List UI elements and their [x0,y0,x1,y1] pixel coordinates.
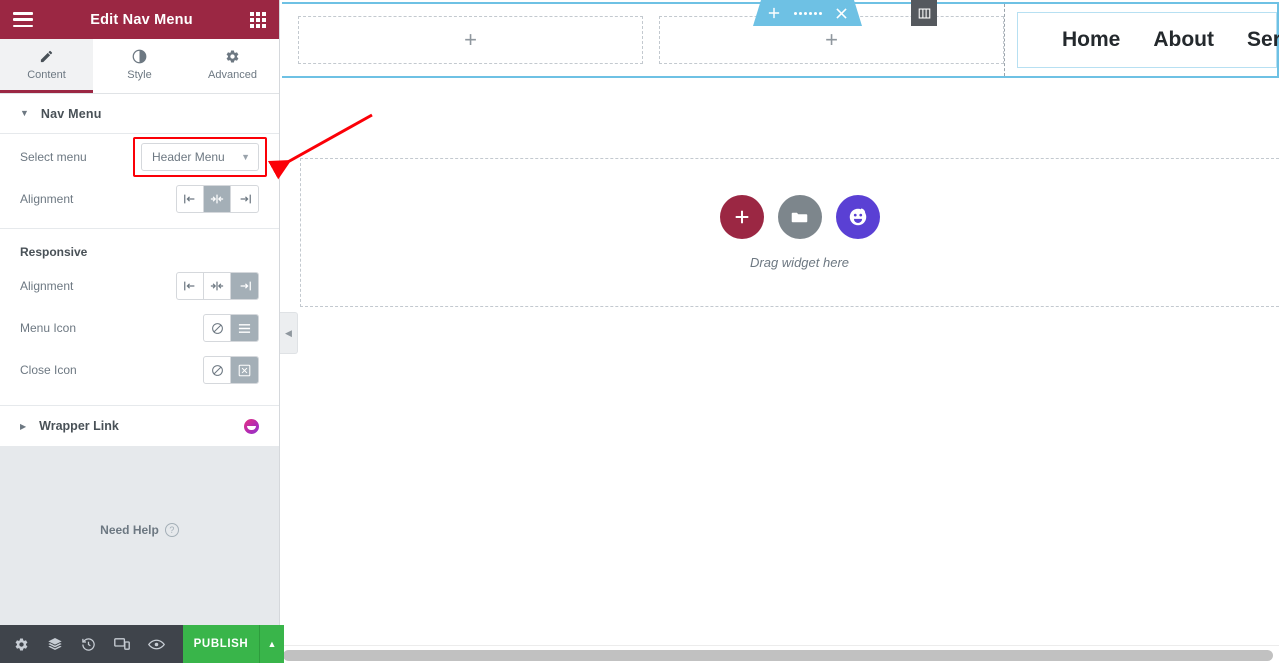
tab-content[interactable]: Content [0,39,93,93]
drag-dots-icon[interactable] [794,12,822,15]
section-wrapper-link-title: Wrapper Link [39,419,119,433]
section-nav-menu-title: Nav Menu [40,106,102,121]
section-toolbar [753,0,862,26]
ai-face-icon[interactable] [835,195,880,239]
caret-down-icon: ▼ [20,108,29,118]
grid-apps-icon[interactable] [250,11,266,28]
tab-advanced-label: Advanced [208,69,257,81]
plus-icon: + [464,27,477,52]
none-ban-icon[interactable] [204,315,231,341]
publish-group: PUBLISH ▲ [183,625,284,663]
horizontal-scrollbar[interactable] [280,645,1279,663]
align-left-icon[interactable] [177,273,204,299]
need-help: Need Help ? [0,447,279,537]
question-mark-icon: ? [164,523,179,537]
settings-gear-icon[interactable] [14,637,29,652]
add-section-plus-icon[interactable] [768,7,780,19]
nav-item-services[interactable]: Services [1247,28,1279,52]
nav-menu-widget[interactable]: Home About Services [1017,12,1279,68]
tab-style[interactable]: Style [93,39,186,93]
controls-divider [0,228,279,229]
contrast-circle-icon [132,48,147,64]
wrapper-link-left: ▶ Wrapper Link [20,419,119,433]
responsive-group-label: Responsive [20,245,88,259]
nav-item-home[interactable]: Home [1062,28,1120,52]
plus-icon: + [825,27,838,52]
responsive-alignment-label: Alignment [20,279,74,293]
close-icon-label: Close Icon [20,363,77,377]
gear-icon [225,48,240,64]
add-widget-plus-icon[interactable] [719,195,764,239]
editor-canvas: + + Home About Services [280,0,1279,663]
align-center-icon[interactable] [204,186,231,212]
section-nav-menu[interactable]: ▼ Nav Menu [0,94,279,134]
dropzone-label: Drag widget here [750,255,849,270]
tab-advanced[interactable]: Advanced [186,39,279,93]
control-menu-icon: Menu Icon [0,307,279,349]
editor-panel: Edit Nav Menu Content Style Advanced ▼ N… [0,0,284,663]
control-select-menu: Select menu Header Menu ▼ [0,136,279,178]
align-left-icon[interactable] [177,186,204,212]
tab-content-label: Content [27,69,66,81]
history-clock-icon[interactable] [81,637,96,652]
menu-icon-choices [203,314,259,342]
tab-style-label: Style [127,69,152,81]
panel-header: Edit Nav Menu [0,0,279,39]
none-ban-icon[interactable] [204,357,231,383]
publish-button[interactable]: PUBLISH [183,625,259,663]
column-nav-menu[interactable]: Home About Services [1004,4,1279,76]
elementor-pro-badge-icon [244,418,259,434]
responsive-mode-icon[interactable] [114,637,130,651]
panel-footer: PUBLISH ▲ [0,625,284,663]
select-menu-label: Select menu [20,150,87,164]
responsive-alignment-choices [176,272,259,300]
need-help-label: Need Help [100,523,159,537]
control-close-icon: Close Icon [0,349,279,391]
close-icon-choices [203,356,259,384]
hamburger-icon[interactable] [13,12,33,27]
horizontal-scrollbar-thumb[interactable] [283,650,1273,661]
menu-icon-label: Menu Icon [20,321,77,335]
column-edit-icon[interactable] [911,0,937,26]
close-box-icon[interactable] [231,357,258,383]
align-right-icon[interactable] [231,273,258,299]
need-help-link[interactable]: Need Help ? [100,523,179,537]
section-wrapper-link[interactable]: ▶ Wrapper Link [0,405,279,447]
alignment-label: Alignment [20,192,74,206]
publish-options-caret-up-icon[interactable]: ▲ [259,625,284,663]
align-right-icon[interactable] [231,186,258,212]
elementor-editor: Edit Nav Menu Content Style Advanced ▼ N… [0,0,1279,663]
dropzone-buttons [719,195,880,239]
caret-right-icon: ▶ [20,421,27,431]
hamburger-menu-icon[interactable] [231,315,258,341]
align-center-icon[interactable] [204,273,231,299]
widget-dropzone[interactable]: Drag widget here [300,158,1279,307]
select-menu-value: Header Menu [152,150,225,164]
alignment-choices [176,185,259,213]
control-responsive-alignment: Alignment [0,265,279,307]
column-placeholder-1[interactable]: + [298,16,643,64]
preview-eye-icon[interactable] [148,638,165,651]
panel-body: ▼ Nav Menu Select menu Header Menu ▼ Ali… [0,94,279,625]
nav-menu-controls: Select menu Header Menu ▼ Alignment Resp… [0,134,279,405]
pencil-icon [39,48,54,64]
select-menu-wrap: Header Menu ▼ [133,137,267,177]
panel-collapse-chevron-left-icon[interactable]: ◀ [280,312,298,354]
control-alignment: Alignment [0,178,279,220]
nav-item-about[interactable]: About [1153,28,1214,52]
select-menu-dropdown[interactable]: Header Menu ▼ [141,143,259,171]
page-title: Edit Nav Menu [90,11,193,28]
panel-tabs: Content Style Advanced [0,39,279,94]
add-template-folder-icon[interactable] [777,195,822,239]
close-x-icon[interactable] [836,8,847,19]
chevron-down-icon: ▼ [241,152,250,162]
navigator-layers-icon[interactable] [47,636,63,652]
